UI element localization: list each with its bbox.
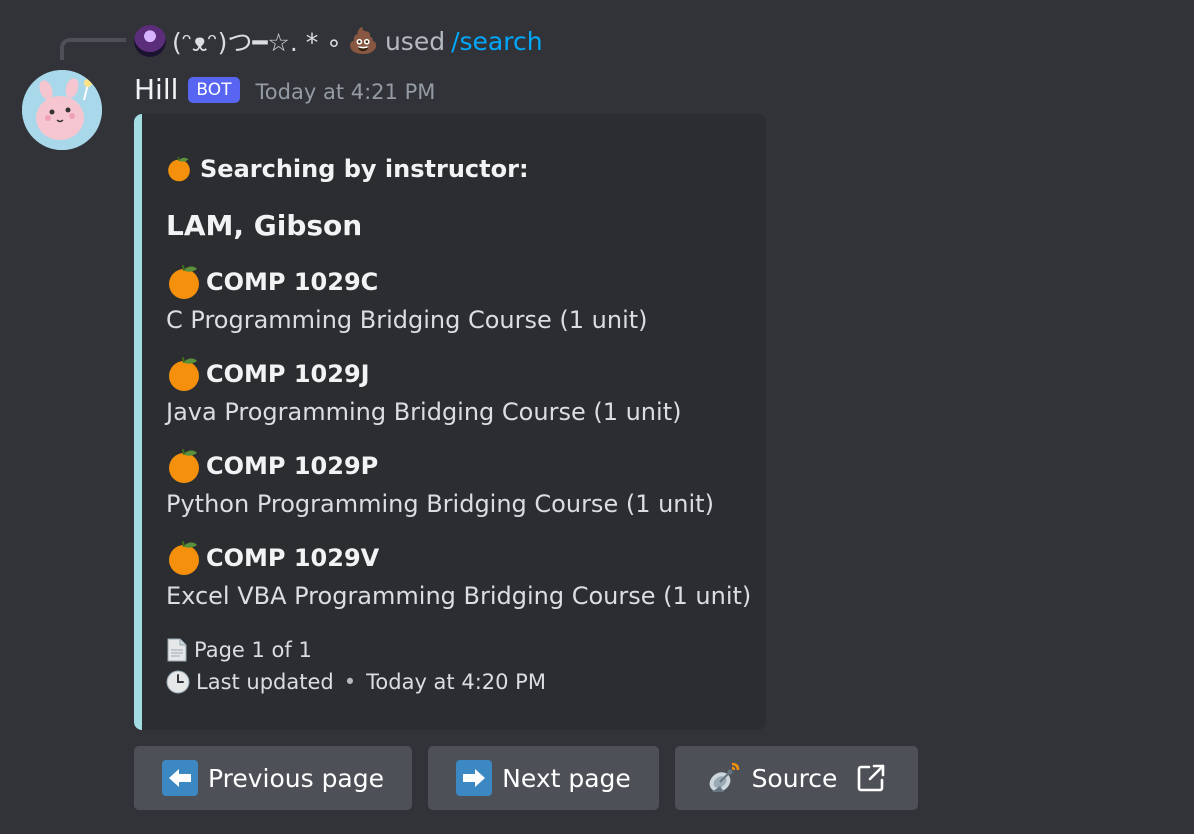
embed-field: COMP 1029C C Programming Bridging Course… xyxy=(166,262,756,334)
next-page-button[interactable]: Next page xyxy=(428,746,659,810)
page-indicator: Page 1 of 1 xyxy=(194,638,312,662)
embed-author-text: Searching by instructor: xyxy=(200,155,529,183)
reply-user-avatar[interactable] xyxy=(134,25,166,57)
field-value: Python Programming Bridging Course (1 un… xyxy=(166,490,714,518)
orange-icon xyxy=(166,448,202,484)
previous-page-label: Previous page xyxy=(207,763,385,793)
last-updated-time: Today at 4:20 PM xyxy=(366,670,546,694)
orange-icon xyxy=(166,356,202,392)
embed-card: Searching by instructor: LAM, Gibson COM… xyxy=(134,114,766,730)
left-arrow-icon xyxy=(161,760,198,796)
embed-author: Searching by instructor: xyxy=(166,152,529,186)
slash-command-link[interactable]: /search xyxy=(451,27,542,56)
field-value: Excel VBA Programming Bridging Course (1… xyxy=(166,582,752,610)
message-header: Hill BOT Today at 4:21 PM xyxy=(134,70,435,108)
field-name: COMP 1029P xyxy=(206,452,379,480)
orange-icon xyxy=(166,540,202,576)
message-timestamp[interactable]: Today at 4:21 PM xyxy=(256,80,436,104)
field-value: C Programming Bridging Course (1 unit) xyxy=(166,306,648,334)
last-updated-label: Last updated xyxy=(196,670,334,694)
external-link-icon xyxy=(858,764,885,792)
reply-used-text: used xyxy=(384,26,446,56)
embed-footer-page: Page 1 of 1 xyxy=(166,635,312,665)
field-name: COMP 1029J xyxy=(206,360,370,388)
field-name: COMP 1029V xyxy=(206,544,380,572)
embed-title: LAM, Gibson xyxy=(166,209,363,242)
orange-icon xyxy=(166,264,202,300)
embed-field: COMP 1029J Java Programming Bridging Cou… xyxy=(166,354,756,426)
clock-icon xyxy=(166,670,190,694)
previous-page-button[interactable]: Previous page xyxy=(134,746,412,810)
bot-badge: BOT xyxy=(188,77,240,103)
field-name: COMP 1029C xyxy=(206,268,379,296)
reply-username[interactable]: (ᵔ⁠ᴥ⁠ᵔ)つ━☆. * ∘ xyxy=(172,23,342,59)
field-value: Java Programming Bridging Course (1 unit… xyxy=(166,398,682,426)
poop-emoji-icon: 💩 xyxy=(347,26,379,55)
reply-context[interactable]: (ᵔ⁠ᴥ⁠ᵔ)つ━☆. * ∘ 💩 used /search xyxy=(134,22,543,60)
bot-avatar[interactable] xyxy=(22,70,102,150)
chat-message: (ᵔ⁠ᴥ⁠ᵔ)つ━☆. * ∘ 💩 used /search Hill BOT … xyxy=(0,0,1194,834)
satellite-antenna-icon xyxy=(709,762,739,792)
document-icon xyxy=(167,638,187,662)
reply-connector-line xyxy=(60,38,126,60)
embed-field: COMP 1029P Python Programming Bridging C… xyxy=(166,446,756,518)
embed-footer-updated: Last updated • Today at 4:20 PM xyxy=(166,667,546,697)
right-arrow-icon xyxy=(456,760,493,796)
footer-separator: • xyxy=(343,670,357,694)
next-page-label: Next page xyxy=(502,763,631,793)
bot-username[interactable]: Hill xyxy=(134,73,178,106)
orange-icon xyxy=(166,156,192,182)
embed-field: COMP 1029V Excel VBA Programming Bridgin… xyxy=(166,538,756,610)
source-link-button[interactable]: Source xyxy=(675,746,918,810)
source-label: Source xyxy=(751,763,838,793)
